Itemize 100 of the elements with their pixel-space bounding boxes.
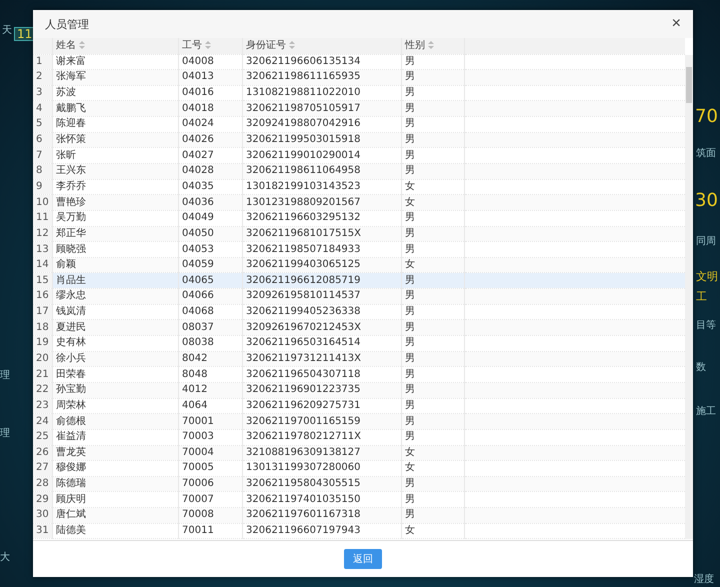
table-row[interactable]: 18 夏进民 08037 32092619670212453X 男 [33,320,685,336]
table-cell: 131082198811022010 [246,87,361,98]
table-cell: 陈德瑞 [56,478,86,490]
row-number: 18 [36,322,49,333]
table-cell: 张昕 [56,150,76,161]
table-cell: 女 [405,259,415,270]
table-cell: 男 [405,322,415,333]
close-button[interactable]: × [668,16,685,32]
table-cell: 男 [405,416,415,427]
table-cell: 320924198807042916 [246,118,361,130]
table-cell: 70006 [182,478,214,490]
table-row[interactable]: 11 吴万勤 04049 320621196603295132 男 [33,210,685,226]
table-cell: 04066 [182,290,214,302]
table-cell: 男 [405,384,415,396]
row-number: 31 [36,525,49,536]
table-cell: 男 [405,494,415,505]
background-label: 同周 [696,236,716,248]
table-cell: 04018 [182,102,214,114]
table-cell: 70003 [182,431,214,442]
table-row[interactable]: 27 穆俊娜 70005 130131199307280060 女 [33,460,685,476]
table-row[interactable]: 4 戴鹏飞 04018 320621198705105917 男 [33,100,685,117]
table-row[interactable]: 21 田荣春 8048 320621196504307118 男 [33,366,685,382]
table-cell: 321088196309138127 [246,446,361,458]
table-cell: 女 [405,196,415,208]
table-cell: 320621196603295132 [246,212,361,224]
table-cell: 肖品生 [56,274,86,286]
table-row[interactable]: 12 郑正华 04050 32062119681017515X 男 [33,226,685,242]
table-cell: 曹龙英 [56,446,86,458]
table-cell: 男 [405,431,415,442]
table-cell: 320621199403065125 [246,259,361,270]
table-row[interactable]: 24 俞德根 70001 320621197001165159 男 [33,414,685,430]
table-cell: 唐仁斌 [56,509,86,520]
scrollbar[interactable] [685,55,693,539]
sort-icon[interactable] [79,41,85,50]
table-row[interactable]: 20 徐小兵 8042 32062119731211413X 男 [33,351,685,367]
table-cell: 钱岚清 [56,306,86,318]
table-cell: 4012 [182,384,208,396]
table-cell: 女 [405,180,415,192]
table-cell: 320621196209275731 [246,400,361,411]
table-cell: 320621196901223735 [246,384,361,396]
table-row[interactable]: 22 孙宝勤 4012 320621196901223735 男 [33,382,685,398]
table-cell: 男 [405,352,415,364]
table-cell: 张海军 [56,71,86,82]
table-cell: 320926195810114537 [246,290,361,302]
column-header[interactable]: 身份证号 [246,40,286,51]
table-row[interactable]: 10 曹艳珍 04036 130123198809201567 女 [33,194,685,210]
table-cell: 缪永忠 [56,290,86,302]
sort-icon[interactable] [205,41,211,50]
table-row[interactable]: 16 缪永忠 04066 320926195810114537 男 [33,288,685,304]
background-label: 文明 [696,270,718,284]
table-cell: 320621196504307118 [246,368,361,380]
row-number: 10 [36,196,49,208]
table-cell: 04028 [182,165,214,176]
sort-icon[interactable] [428,41,434,50]
background-label: 70 [695,106,718,128]
table-cell: 女 [405,446,415,458]
table-cell: 320621196503164514 [246,337,361,348]
row-number: 26 [36,446,49,458]
table-cell: 04035 [182,180,214,192]
background-label: 施工 [696,406,716,418]
table-cell: 04027 [182,150,214,161]
table-row[interactable]: 2 张海军 04013 320621198611165935 男 [33,70,685,86]
table-cell: 70008 [182,509,214,520]
table-cell: 崔益清 [56,431,86,442]
row-number: 15 [36,274,49,286]
table-cell: 俞颖 [56,259,76,270]
table-cell: 04053 [182,244,214,254]
row-number: 9 [36,180,42,192]
table-row[interactable]: 19 史有林 08038 320621196503164514 男 [33,336,685,352]
row-number: 25 [36,431,49,442]
background-label: 湿度 [694,574,714,586]
column-header[interactable]: 姓名 [56,40,76,51]
table-row[interactable]: 14 俞颖 04059 320621199403065125 女 [33,257,685,273]
table-cell: 孙宝勤 [56,384,86,396]
table-row[interactable]: 30 唐仁斌 70008 320621197601167318 男 [33,508,685,524]
table-row[interactable]: 25 崔益清 70003 32062119780212711X 男 [33,429,685,446]
table-cell: 苏波 [56,87,76,98]
table-cell: 顾庆明 [56,494,86,505]
table-cell: 04049 [182,212,214,224]
table-cell: 320621198611064958 [246,165,361,176]
table-cell: 320621199405236338 [246,306,361,318]
sort-icon[interactable] [289,41,295,50]
background-label: 理 [0,370,10,382]
table-row[interactable]: 15 肖品生 04065 320621196612085719 男 [33,272,685,289]
table-row[interactable]: 28 陈德瑞 70006 320621195804305515 男 [33,476,685,492]
table-row[interactable]: 7 张昕 04027 320621199010290014 男 [33,148,685,164]
table-cell: 男 [405,150,415,161]
table-cell: 130182199103143523 [246,180,361,192]
table-cell: 曹艳珍 [56,196,86,208]
table-row[interactable]: 26 曹龙英 70004 321088196309138127 女 [33,445,685,461]
table-row[interactable]: 5 陈迎春 04024 320924198807042916 男 [33,116,685,132]
table-row[interactable]: 6 张怀策 04026 320621199503015918 男 [33,132,685,148]
table-row[interactable]: 31 陆德美 70011 320621196607197943 女 [33,523,685,539]
background-label: 11 [14,27,36,41]
row-number: 8 [36,165,42,176]
table-cell: 李乔乔 [56,180,86,192]
table-row[interactable]: 8 王兴东 04028 320621198611064958 男 [33,163,685,180]
table-row[interactable]: 13 顾晓强 04053 320621198507184933 男 [33,242,685,258]
row-number: 27 [36,462,49,474]
table-cell: 04065 [182,274,214,286]
